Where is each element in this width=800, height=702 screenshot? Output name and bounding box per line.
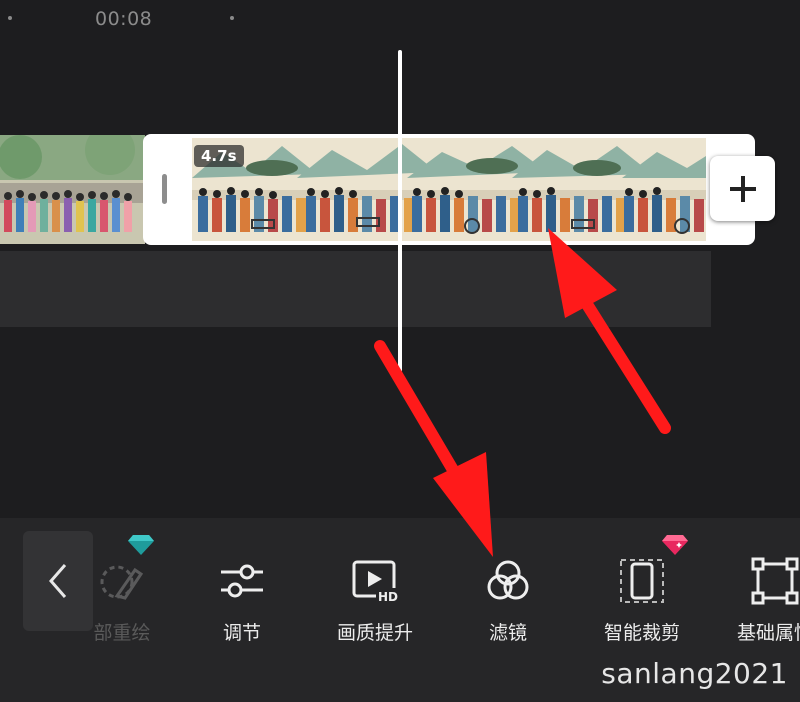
repaint-brush-icon [97,556,147,606]
watermark: sanlang2021 [601,657,788,690]
chevron-left-icon [49,564,67,598]
current-time: 00:08 [95,8,153,30]
tool-basic-properties[interactable]: 基础属性 [715,548,800,648]
clip-duration-badge: 4.7s [194,145,244,167]
tool-adjust[interactable]: 调节 [182,548,302,648]
time-ruler: 00:08 [0,0,800,40]
clip-thumbnail-strip [192,138,706,241]
previous-clip[interactable] [0,135,145,244]
sliders-icon [217,556,267,606]
clip-thumbnails [192,138,706,241]
transform-box-icon [750,556,800,606]
pink-diamond-badge-icon [662,535,688,555]
svg-text:HD: HD [378,590,398,604]
tool-label: 基础属性 [736,622,800,644]
plus-icon [729,175,756,202]
audio-track[interactable] [0,251,711,327]
tool-label: 智能裁剪 [603,622,680,644]
add-clip-button[interactable] [710,156,775,221]
tool-smart-crop[interactable]: 智能裁剪 [582,548,702,648]
smart-crop-icon [617,556,667,606]
playhead[interactable] [398,50,402,372]
ruler-tick [230,16,234,20]
tool-quality-enhance[interactable]: HD 画质提升 [315,548,435,648]
filter-circles-icon [483,556,533,606]
tool-filter[interactable]: 滤镜 [448,548,568,648]
tool-label: 调节 [222,622,261,644]
hd-quality-icon: HD [350,556,400,606]
tool-label: 滤镜 [488,622,527,644]
previous-clip-thumbnail [0,135,145,244]
trim-handle-left[interactable] [162,174,167,204]
ruler-tick [8,16,12,20]
tool-label: 画质提升 [336,622,413,644]
diamond-badge-icon [128,535,154,555]
back-button[interactable] [23,531,93,631]
